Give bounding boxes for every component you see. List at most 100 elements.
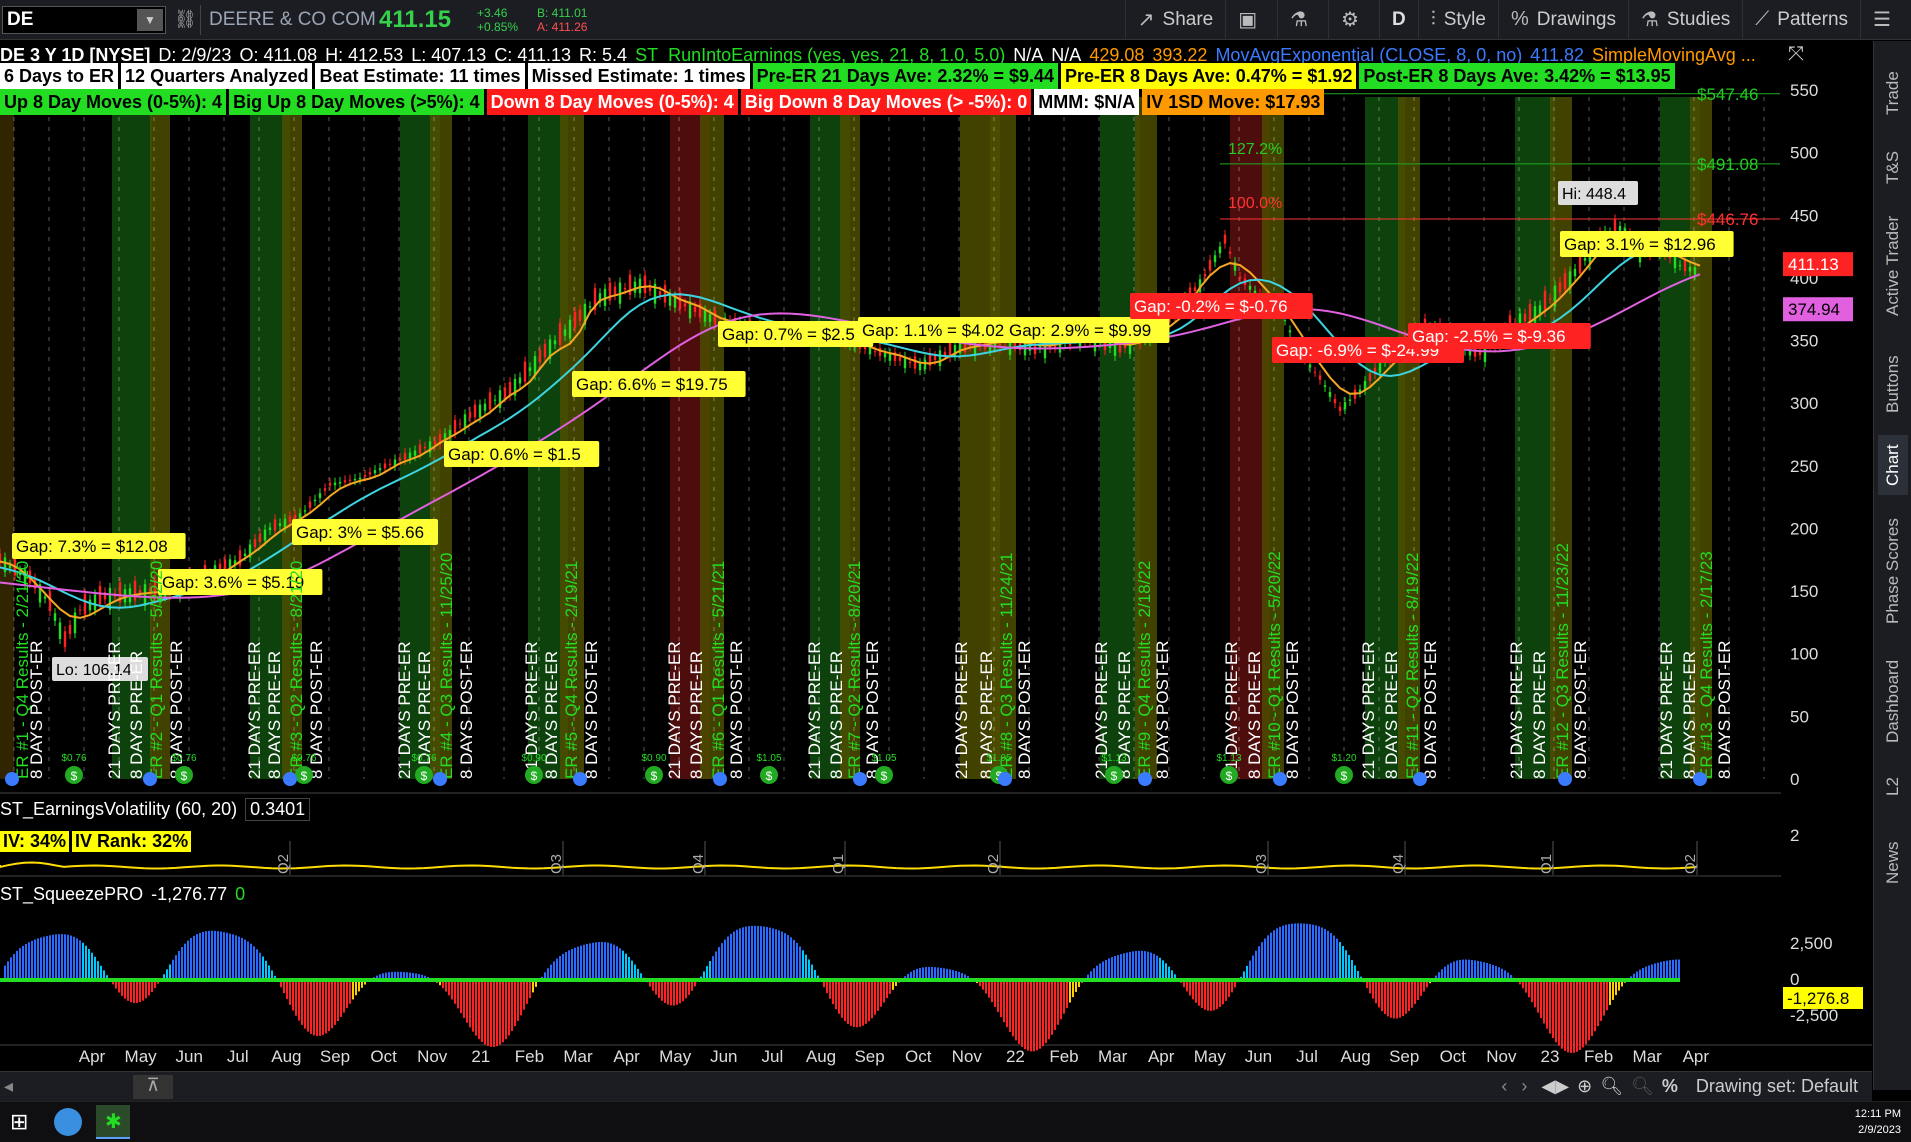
flask-button[interactable]: ⚗ (1277, 0, 1328, 40)
earnings-stat-badge-2: Beat Estimate: 11 times (315, 63, 525, 89)
window-label: 8 DAYS PRE-ER (265, 651, 284, 779)
candle-body (933, 355, 937, 361)
zoom-in-icon[interactable]: 🔍︎ (1600, 1076, 1623, 1097)
zoom-fit-icon[interactable]: ◀▶ (1541, 1076, 1569, 1097)
side-tab-t-s[interactable]: T&S (1878, 139, 1908, 195)
squeeze-bar (1333, 935, 1335, 980)
squeeze-study-title[interactable]: ST_SqueezePRO (0, 884, 143, 905)
earnings-date-label: ER #9 - Q4 Results - 2/18/22 (1135, 561, 1154, 779)
squeeze-bar (865, 980, 867, 1024)
symbol-dropdown-button[interactable]: ▼ (137, 8, 163, 31)
squeeze-bar (13, 953, 15, 980)
share-button[interactable]: ↗ Share (1124, 0, 1225, 40)
patterns-button[interactable]: ⟋ Patterns (1742, 0, 1860, 40)
side-tab-trade[interactable]: Trade (1878, 53, 1908, 133)
gear-icon: ⚙ (1341, 9, 1359, 31)
earnings-marker (713, 772, 727, 786)
candle-body (1368, 373, 1372, 381)
earnings-stat-badge-3: Missed Estimate: 1 times (527, 63, 750, 89)
collapse-icon[interactable]: ⤧ (1788, 43, 1804, 66)
candle-body (288, 516, 292, 523)
squeeze-bar (1156, 955, 1158, 980)
drawing-set-label[interactable]: Drawing set: Default (1696, 1076, 1858, 1097)
zoom-out-icon[interactable]: 🔍︎ (1631, 1076, 1654, 1097)
candle-body (563, 329, 567, 336)
earnings-date-label: ER #10 - Q1 Results - 5/20/22 (1265, 551, 1284, 779)
price-axis-tick: 300 (1790, 394, 1818, 413)
squeeze-bar (673, 980, 675, 1006)
skype-icon[interactable] (54, 1108, 83, 1136)
candle-body (333, 482, 337, 486)
squeeze-bar (1534, 980, 1536, 1008)
vol-study-title[interactable]: ST_EarningsVolatility (60, 20) (0, 799, 237, 820)
side-tab-l2[interactable]: L2 (1878, 761, 1908, 813)
side-tab-chart[interactable]: Chart (1878, 435, 1908, 495)
squeeze-bar (1570, 980, 1572, 1053)
chart-canvas[interactable]: Gap: 7.3% = $12.08 Gap: 3.6% = $5.19 Gap: … (0, 41, 1872, 1089)
percent-icon[interactable]: % (1662, 1076, 1678, 1097)
squeeze-bar (796, 942, 798, 980)
aggregation-button[interactable]: D (1379, 0, 1418, 40)
sma-price-tag-text: 374.94 (1788, 300, 1840, 319)
squeeze-bar (529, 980, 531, 999)
squeeze-bar (1447, 964, 1449, 980)
squeeze-bar (79, 940, 81, 980)
squeeze-bar (1210, 980, 1212, 1011)
squeeze-bar (4, 965, 6, 980)
style-button[interactable]: ⫶ Style (1417, 0, 1498, 40)
squeeze-bar (1540, 980, 1542, 1019)
iv-badge: IV: 34% (0, 831, 70, 852)
squeeze-bar (1063, 980, 1065, 1014)
squeeze-bar (229, 933, 231, 980)
squeeze-bar (1168, 966, 1170, 980)
settings-button[interactable]: ⚙ (1328, 0, 1379, 40)
scroll-forward-icon[interactable]: › (1521, 1076, 1527, 1097)
symbol-input[interactable]: DE ▼ (2, 5, 166, 34)
scroll-left-icon[interactable]: ◂ (4, 1076, 13, 1097)
squeeze-bar (565, 951, 567, 980)
squeeze-bar (1669, 960, 1671, 980)
squeeze-bar (289, 980, 291, 1005)
chart-area[interactable]: Gap: 7.3% = $12.08 Gap: 3.6% = $5.19 Gap: … (0, 41, 1872, 1089)
style-label: Style (1443, 8, 1486, 30)
candle-body (918, 362, 922, 371)
dividend-marker-symbol: $ (531, 769, 538, 783)
squeeze-bar (1144, 951, 1146, 980)
squeeze-bar (136, 980, 138, 1003)
chart-description-button[interactable]: ▣ (1225, 0, 1277, 40)
side-tab-phase-scores[interactable]: Phase Scores (1878, 501, 1908, 641)
thinkorswim-app-icon[interactable]: ✱ (96, 1105, 131, 1139)
x-axis-label: Feb (1049, 1047, 1078, 1066)
menu-button[interactable]: ☰ (1860, 0, 1911, 40)
studies-button[interactable]: ⚗ Studies (1627, 0, 1742, 40)
squeeze-bar (142, 980, 144, 1001)
price-axis-tick: 200 (1790, 519, 1818, 538)
squeeze-bar (469, 980, 471, 1028)
link-icon[interactable]: ⛓ (174, 9, 197, 30)
scroll-back-icon[interactable]: ‹ (1501, 1076, 1507, 1097)
squeeze-bar (760, 926, 762, 980)
drawings-button[interactable]: % Drawings (1497, 0, 1628, 40)
side-tab-dashboard[interactable]: Dashboard (1878, 649, 1908, 753)
crosshair-icon[interactable]: ⊕ (1577, 1076, 1592, 1097)
x-axis-label: Jun (175, 1047, 202, 1066)
quarter-label: Q4 (690, 854, 707, 874)
move-stat-badge-0: Up 8 Day Moves (0-5%): 4 (0, 89, 227, 115)
squeeze-bar (739, 928, 741, 980)
squeeze-bar (1108, 958, 1110, 980)
side-tab-news[interactable]: News (1878, 823, 1908, 903)
side-tab-buttons[interactable]: Buttons (1878, 339, 1908, 429)
squeeze-bar (1675, 959, 1677, 980)
separator (200, 4, 201, 35)
x-axis-label: Jul (1296, 1047, 1318, 1066)
squeeze-bar (319, 980, 321, 1036)
gap-label-text: Gap: 1.1% = $4.02 (862, 321, 1004, 340)
squeeze-bar (520, 980, 522, 1016)
squeeze-bar (1264, 938, 1266, 980)
squeeze-bar (16, 950, 18, 980)
price-axis-tick: 100 (1790, 645, 1818, 664)
side-tab-active-trader[interactable]: Active Trader (1878, 201, 1908, 331)
expand-panel-button[interactable]: ⊼ (133, 1074, 174, 1099)
windows-start-icon[interactable]: ⊞ (10, 1109, 28, 1135)
squeeze-bar (850, 980, 852, 1026)
